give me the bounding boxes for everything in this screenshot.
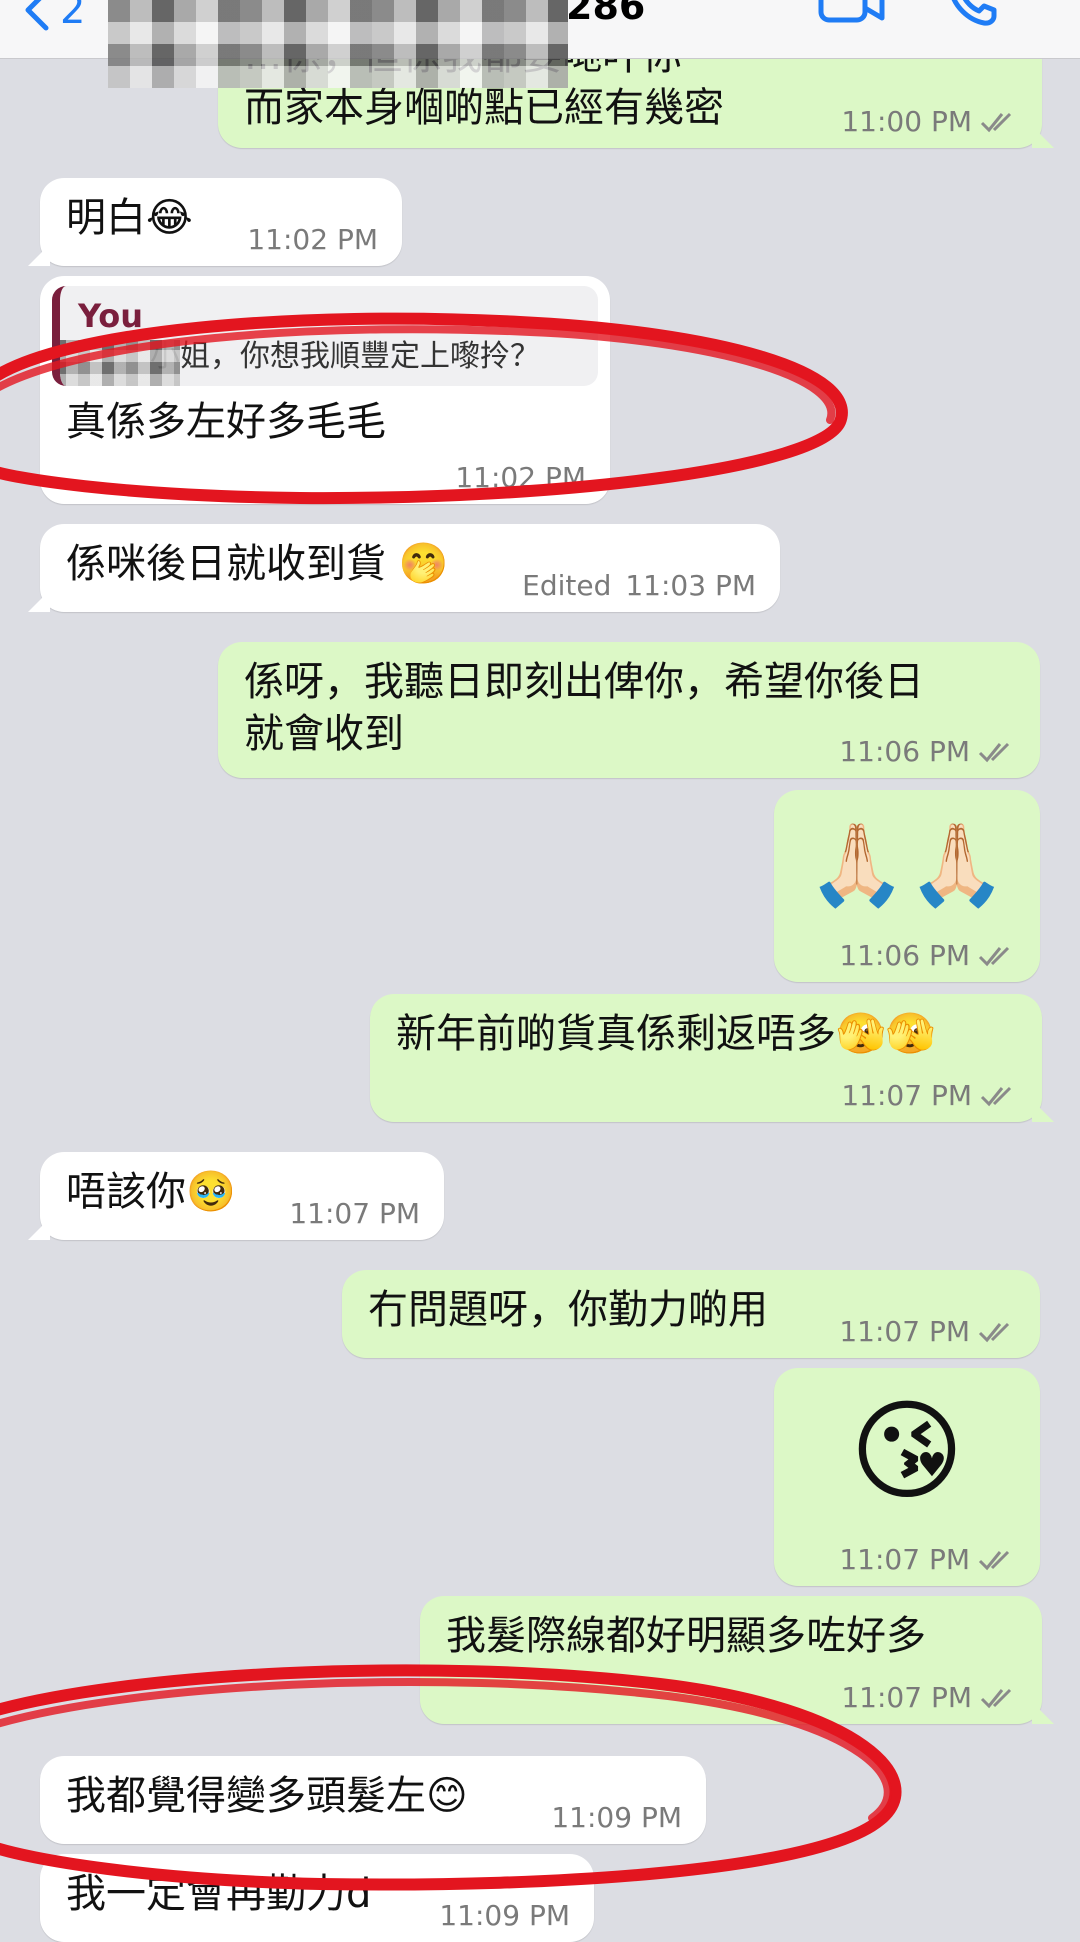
double-check-icon — [980, 112, 1012, 133]
message-bubble-outgoing[interactable]: 係呀，我聽日即刻出俾你，希望你後日 就會收到 11:06 PM — [218, 642, 1040, 778]
double-check-icon — [978, 946, 1010, 967]
redacted-name-pixelation — [60, 340, 180, 386]
message-meta: 11:00 PM — [841, 106, 1018, 138]
message-bubble-incoming[interactable]: 明白😂 11:02 PM — [40, 178, 402, 266]
phone-icon[interactable] — [946, 0, 1004, 28]
message-bubble-incoming-reply[interactable]: You 小姐，你想我順豐定上嚟拎？ 真係多左好多毛毛 11:02 PM — [40, 276, 610, 504]
message-time: 11:07 PM — [289, 1197, 420, 1230]
message-time: 11:09 PM — [551, 1801, 682, 1834]
message-meta: 11:07 PM — [841, 1682, 1018, 1714]
message-time: 11:03 PM — [625, 569, 756, 602]
message-meta: Edited 11:03 PM — [522, 570, 756, 602]
edited-label: Edited — [522, 569, 612, 602]
message-time: 11:02 PM — [247, 223, 378, 256]
message-meta: 11:02 PM — [455, 462, 586, 494]
message-bubble-incoming[interactable]: 係咪後日就收到貨 🤭 Edited 11:03 PM — [40, 524, 780, 612]
message-bubble-outgoing-emoji[interactable]: 😘 11:07 PM — [774, 1368, 1040, 1586]
chat-header: 2 286 — [0, 0, 1080, 88]
message-emoji: 😘 — [849, 1387, 965, 1515]
video-camera-icon[interactable] — [818, 0, 886, 26]
message-bubble-outgoing[interactable]: 冇問題呀，你勤力啲用 11:07 PM — [342, 1270, 1040, 1358]
message-bubble-incoming[interactable]: 我一定會再勤力d 11:09 PM — [40, 1854, 594, 1942]
message-time: 11:09 PM — [439, 1899, 570, 1932]
contact-name[interactable]: 286 — [566, 0, 645, 26]
double-check-icon — [978, 1550, 1010, 1571]
message-meta: 11:09 PM — [439, 1900, 570, 1932]
message-text: 真係多左好多毛毛 — [66, 399, 386, 445]
back-button[interactable]: 2 — [24, 0, 85, 32]
quoted-message[interactable]: You 小姐，你想我順豐定上嚟拎？ — [52, 286, 598, 386]
message-time: 11:07 PM — [839, 1315, 970, 1348]
message-meta: 11:06 PM — [839, 736, 1016, 768]
message-time: 11:00 PM — [841, 105, 972, 138]
message-text: 新年前啲貨真係剩返唔多🫣🫣 — [396, 1011, 936, 1057]
double-check-icon — [978, 1322, 1010, 1343]
message-bubble-incoming[interactable]: 唔該你🥹 11:07 PM — [40, 1152, 444, 1240]
message-time: 11:07 PM — [841, 1681, 972, 1714]
message-time: 11:06 PM — [839, 735, 970, 768]
message-meta: 11:02 PM — [247, 224, 378, 256]
quote-author: You — [78, 297, 143, 335]
message-bubble-outgoing[interactable]: 我髮際線都好明顯多咗好多 11:07 PM — [420, 1596, 1042, 1724]
double-check-icon — [980, 1086, 1012, 1107]
message-meta: 11:07 PM — [841, 1080, 1018, 1112]
double-check-icon — [978, 742, 1010, 763]
message-time: 11:07 PM — [839, 1543, 970, 1576]
message-meta: 11:07 PM — [839, 1544, 1016, 1576]
chevron-left-icon — [25, 0, 49, 31]
message-bubble-outgoing-emoji[interactable]: 🙏🏻🙏🏻 11:06 PM — [774, 790, 1040, 982]
message-bubble-incoming[interactable]: 我都覺得變多頭髮左😊 11:09 PM — [40, 1756, 706, 1844]
message-meta: 11:09 PM — [551, 1802, 682, 1834]
redacted-contact-pixelation — [108, 0, 568, 88]
message-emoji: 🙏🏻🙏🏻 — [807, 818, 1007, 911]
message-meta: 11:07 PM — [289, 1198, 420, 1230]
message-meta: 11:06 PM — [839, 940, 1016, 972]
message-meta: 11:07 PM — [839, 1316, 1016, 1348]
double-check-icon — [980, 1688, 1012, 1709]
message-time: 11:07 PM — [841, 1079, 972, 1112]
message-bubble-outgoing[interactable]: 新年前啲貨真係剩返唔多🫣🫣 11:07 PM — [370, 994, 1042, 1122]
message-time: 11:06 PM — [839, 939, 970, 972]
message-time: 11:02 PM — [455, 461, 586, 494]
unread-count: 2 — [60, 0, 86, 33]
message-text: 我髮際線都好明顯多咗好多 — [446, 1613, 926, 1659]
